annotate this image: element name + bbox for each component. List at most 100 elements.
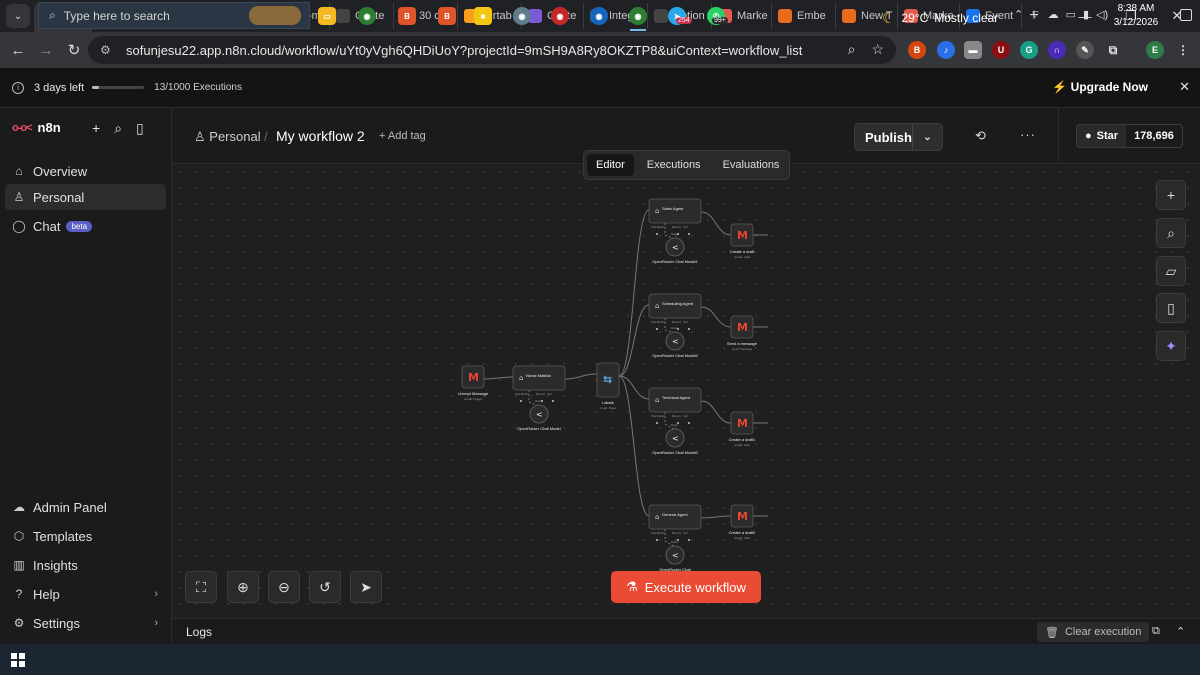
connection-line[interactable] <box>564 373 598 380</box>
node-port-handle[interactable] <box>656 233 658 235</box>
clock[interactable]: 8:38 AM 3/12/2026 <box>1108 2 1164 30</box>
upgrade-now-button[interactable]: ⚡ Upgrade Now <box>1052 80 1148 94</box>
execute-workflow-button[interactable]: ⚗ Execute workflow <box>611 571 761 603</box>
connection-line[interactable] <box>700 306 732 328</box>
workflow-node-general[interactable]: ⌂ General Agent Chat Model* Memory Tool <box>648 504 702 541</box>
toggle-panel-button[interactable]: ▯ <box>1156 293 1186 323</box>
sidebar-item-overview[interactable]: ⌂ Overview <box>5 158 166 184</box>
workflow-node-tech[interactable]: ⌂ Technical Agent Chat Model* Memory Tool <box>648 387 702 424</box>
undo-button[interactable]: ↺ <box>309 571 341 603</box>
workflow-node-sched_model[interactable]: < Model OpenRouter Chat Model4 <box>652 327 698 358</box>
workflow-node-draft1[interactable]: M Create a draftcreate: draft <box>730 223 755 259</box>
profile-avatar[interactable]: E <box>1146 41 1164 59</box>
node-port-handle[interactable] <box>656 422 658 424</box>
connection-line[interactable] <box>483 376 514 380</box>
sticky-notes-icon[interactable]: ■ <box>474 7 492 25</box>
battery-icon[interactable]: ▮ <box>1083 8 1089 22</box>
chrome-profile-blue-icon[interactable]: ◉ <box>590 7 608 25</box>
chrome-icon[interactable]: ◉ <box>358 7 376 25</box>
bookmark-star-icon[interactable]: ☆ <box>871 41 884 58</box>
workflow-node-nurse_model[interactable]: < Model OpenRouter Chat Model <box>517 400 560 431</box>
node-port-handle[interactable] <box>552 400 554 402</box>
workflow-name[interactable]: My workflow 2 <box>276 128 365 144</box>
node-port-handle[interactable] <box>520 400 522 402</box>
extension-grammarly-icon[interactable]: G <box>1020 41 1038 59</box>
extension-tool-icon[interactable]: ✎ <box>1076 41 1094 59</box>
workflow-node-sales_model[interactable]: < Model OpenRouter Chat Model1 <box>652 233 698 264</box>
add-icon[interactable]: + <box>92 120 100 137</box>
chevron-up-icon[interactable]: ⌃ <box>1176 625 1185 638</box>
close-banner-icon[interactable]: ✕ <box>1179 79 1190 95</box>
workflow-node-tech_model[interactable]: < Model OpenRouter Chat Model2 <box>652 424 698 455</box>
volume-icon[interactable]: ◁) <box>1096 8 1108 22</box>
zoom-out-button[interactable]: ⊖ <box>268 571 300 603</box>
node-port-handle[interactable] <box>688 422 690 424</box>
breadcrumb-project[interactable]: ♙ Personal <box>194 129 261 145</box>
tab-editor[interactable]: Editor <box>587 154 634 176</box>
taskbar-search[interactable]: ⌕ Type here to search <box>38 2 310 29</box>
network-icon[interactable]: ⌔ <box>1030 8 1040 22</box>
chrome-profile-green-icon[interactable]: ◉ <box>629 7 647 25</box>
more-options-icon[interactable]: ··· <box>1020 127 1036 142</box>
connection-line[interactable] <box>618 209 650 377</box>
sidebar-item-chat[interactable]: ◯ Chat beta <box>5 213 166 239</box>
workflow-node-send[interactable]: M Send a messagesend: message <box>727 315 758 351</box>
sidebar-item-help[interactable]: ? Help › <box>5 581 166 607</box>
sidebar-item-insights[interactable]: ▥ Insights <box>5 552 166 578</box>
sidebar-item-templates[interactable]: ⬡ Templates <box>5 523 166 549</box>
workflow-node-sched[interactable]: ⌂ Scheduling Agent Chat Model* Memory Tool <box>648 293 702 330</box>
notifications-icon[interactable] <box>1180 9 1192 21</box>
browser-menu-icon[interactable]: ⋮ <box>1174 41 1192 59</box>
tab-evaluations[interactable]: Evaluations <box>714 154 789 176</box>
forward-icon[interactable]: → <box>32 36 60 64</box>
collapse-sidebar-icon[interactable]: ▯ <box>136 120 144 137</box>
sticky-note-button[interactable]: ▱ <box>1156 256 1186 286</box>
extension-magnet-icon[interactable]: ∩ <box>1048 41 1066 59</box>
tidy-up-button[interactable]: ➤ <box>350 571 382 603</box>
onedrive-icon[interactable]: ☁ <box>1048 8 1059 22</box>
github-star-button[interactable]: ● Star 178,696 <box>1076 124 1183 148</box>
extension-bell-icon[interactable]: ♪ <box>937 41 955 59</box>
sidebar-item-admin-panel[interactable]: ☁ Admin Panel <box>5 494 166 520</box>
add-tag-button[interactable]: + Add tag <box>379 130 426 142</box>
extension-brave-icon[interactable]: B <box>908 41 926 59</box>
tab-search-button[interactable]: ⌄ <box>6 4 30 28</box>
workflow-node-labels[interactable]: ⇆ Labelsmode: Rules <box>596 362 620 410</box>
extension-ublock-icon[interactable]: U <box>992 41 1010 59</box>
file-explorer-icon[interactable]: ▭ <box>318 7 336 25</box>
chevron-up-icon[interactable]: ⌃ <box>1014 8 1023 22</box>
extensions-puzzle-icon[interactable]: ⧉ <box>1104 41 1122 59</box>
connection-line[interactable] <box>618 375 650 400</box>
workflow-node-trigger[interactable]: M Unread MessageGmail Trigger <box>458 365 489 401</box>
node-port-handle[interactable] <box>656 328 658 330</box>
chevron-down-icon[interactable]: ⌄ <box>912 124 942 150</box>
ai-assistant-button[interactable]: ✦ <box>1156 331 1186 361</box>
logs-panel[interactable]: Logs 🗑 Clear execution ⧉ ⌃ <box>172 618 1200 644</box>
search-icon[interactable]: ⌕ <box>114 120 122 137</box>
address-bar[interactable]: ⚙ sofunjesu22.app.n8n.cloud/workflow/uYt… <box>88 36 896 64</box>
workflow-node-sales[interactable]: ⌂ Sales Agent Chat Model* Memory Tool <box>648 198 702 235</box>
publish-button[interactable]: Publish ⌄ <box>854 123 943 151</box>
connection-line[interactable] <box>700 211 732 236</box>
brave-icon[interactable]: B <box>398 7 416 25</box>
weather-widget[interactable]: ☾ 29°C Mostly clear <box>882 9 998 27</box>
sidebar-item-personal[interactable]: ♙ Personal <box>5 184 166 210</box>
connection-line[interactable] <box>700 515 732 519</box>
connection-line[interactable] <box>618 304 650 377</box>
workflow-node-draft2[interactable]: M Create a draft1create: draft <box>729 411 756 447</box>
display-icon[interactable]: ▭ <box>1066 8 1076 22</box>
chrome-profile-e-icon[interactable]: ◉ <box>551 7 569 25</box>
chrome-profile-icon[interactable]: ◉ <box>513 7 531 25</box>
site-info-icon[interactable]: ⚙ <box>100 43 118 57</box>
extension-disk-icon[interactable]: ▬ <box>964 41 982 59</box>
node-port-handle[interactable] <box>688 328 690 330</box>
popout-icon[interactable]: ⧉ <box>1152 625 1160 638</box>
node-port-handle[interactable] <box>688 539 690 541</box>
workflow-node-general_model[interactable]: <ModelOpenRouter Chat <box>659 541 691 572</box>
n8n-logo[interactable]: o-o< n8n <box>12 120 61 135</box>
workflow-node-draft3[interactable]: M Create a draft2create: draft <box>729 504 756 540</box>
node-port-handle[interactable] <box>656 539 658 541</box>
fit-view-button[interactable]: ⛶ <box>185 571 217 603</box>
sidebar-item-settings[interactable]: ⚙ Settings › <box>5 610 166 636</box>
zoom-icon[interactable]: ⌕ <box>848 41 856 58</box>
